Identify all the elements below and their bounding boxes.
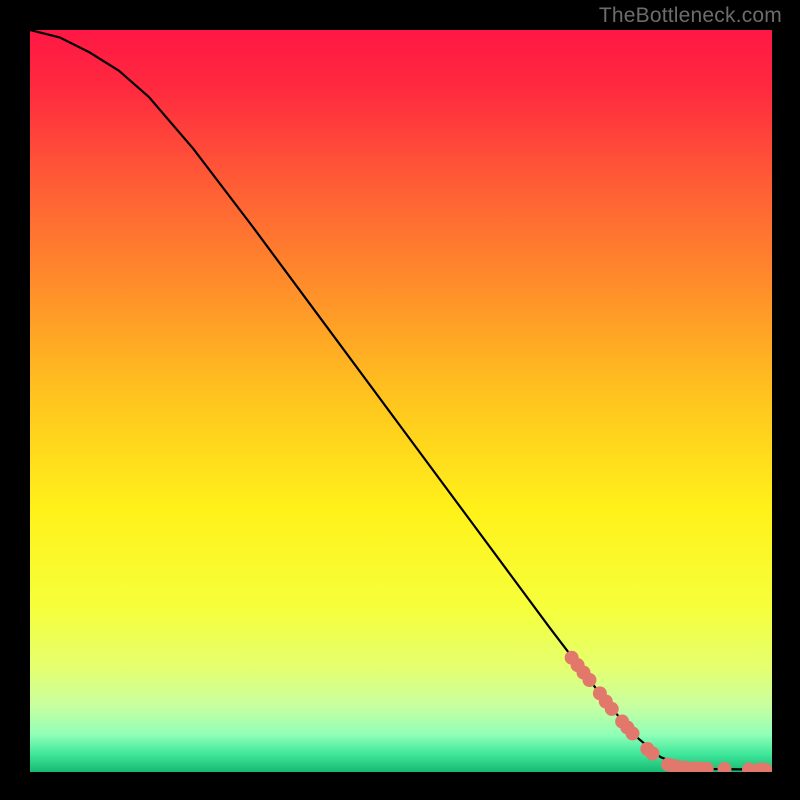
- chart-marker: [626, 726, 640, 740]
- chart-plot-area: [30, 30, 772, 772]
- chart-background-gradient: [30, 30, 772, 772]
- chart-marker: [605, 702, 619, 716]
- chart-svg: [30, 30, 772, 772]
- chart-marker: [582, 673, 596, 687]
- attribution-text: TheBottleneck.com: [599, 4, 782, 28]
- chart-marker: [646, 746, 660, 760]
